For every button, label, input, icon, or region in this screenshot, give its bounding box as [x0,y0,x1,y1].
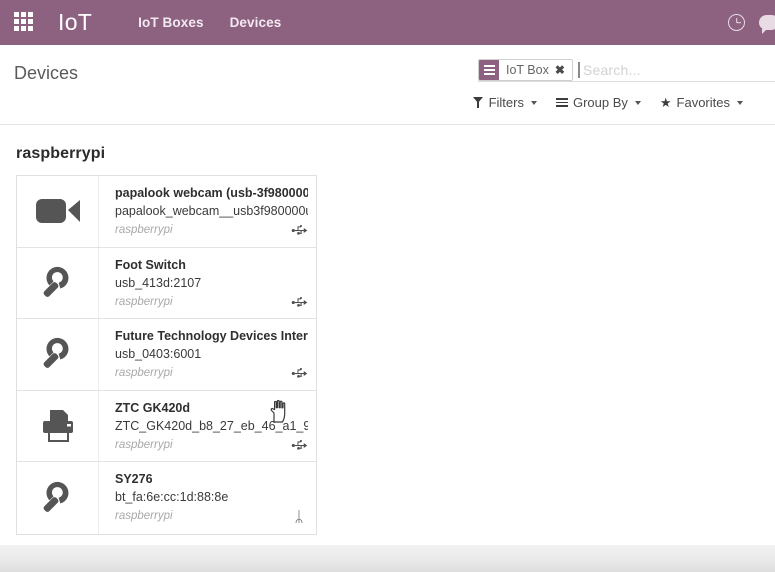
page-title: Devices [14,63,79,83]
card-host: raspberrypi [115,224,173,236]
usb-icon-svg [291,368,307,378]
apps-grid-icon[interactable] [14,11,36,34]
card-body: Foot Switch usb_413d:2107 raspberrypi [99,248,316,319]
chat-bubble-icon[interactable] [759,15,775,34]
filters-label: Filters [488,95,524,110]
favorites-label: Favorites [676,95,730,110]
navbar-right-icons [728,0,775,45]
group-by-label: Group By [572,95,628,110]
brand-logo[interactable]: IoT [58,11,92,34]
wrench-icon [43,266,68,297]
webcam-icon [35,199,80,224]
table-row[interactable]: Foot Switch usb_413d:2107 raspberrypi [17,247,316,319]
funnel-icon [472,97,484,108]
card-icon-column [17,462,99,534]
card-icon-column [17,176,99,247]
wrench-icon [43,481,68,512]
search-input[interactable]: Search... [583,62,641,78]
group-by-button[interactable]: Group By [555,95,641,110]
card-title: Future Technology Devices Intern… [115,329,308,343]
content-area: raspberrypi papalook webcam (usb-3f98000… [0,125,775,572]
search-view[interactable]: IoT Box ✖ Search... [478,58,775,82]
search-text-cursor [577,61,580,78]
card-identifier: usb_413d:2107 [115,275,202,290]
card-icon-column [17,390,99,461]
card-title: Foot Switch [115,257,186,272]
facet-label: IoT Box [506,62,549,77]
card-body: papalook webcam (usb-3f980000.... papalo… [99,176,316,247]
group-title-raspberrypi: raspberrypi [16,145,106,162]
card-host: raspberrypi [115,438,173,451]
table-row[interactable]: Future Technology Devices Intern… usb_04… [17,319,316,391]
table-row[interactable]: ZTC GK420d ZTC_GK420d_b8_27_eb_46_a1_99 … [17,390,316,462]
bars-icon [555,97,568,108]
nav-link-iot-boxes[interactable]: IoT Boxes [138,15,203,30]
control-panel: Devices IoT Box ✖ Search... Filters Grou… [0,45,775,125]
usb-icon-svg [291,296,307,307]
card-icon-column [17,247,99,318]
facet-close-icon[interactable]: ✖ [555,60,572,80]
card-host: raspberrypi [115,295,173,308]
usb-icon [290,365,308,383]
card-icon-column [17,319,99,390]
bottom-strip [0,545,775,572]
card-title: SY276 [115,472,153,486]
usb-icon [290,222,308,240]
card-identifier: bt_fa:6e:cc:1d:88:8e [115,490,229,504]
filters-button[interactable]: Filters [472,95,537,110]
card-host: raspberrypi [115,510,173,522]
usb-icon [290,436,308,454]
card-body: ZTC GK420d ZTC_GK420d_b8_27_eb_46_a1_99 … [99,391,316,462]
bluetooth-icon: ᛦ [290,509,308,527]
device-card-list: papalook webcam (usb-3f980000.... papalo… [16,175,317,535]
bluetooth-glyph: ᛦ [294,509,304,526]
top-navbar: IoT IoT Boxes Devices [0,0,775,45]
card-title: ZTC GK420d [115,400,191,415]
card-body: Future Technology Devices Intern… usb_04… [99,319,316,390]
usb-icon [290,293,308,311]
search-facet-iot-box[interactable]: IoT Box ✖ [478,58,573,81]
usb-icon-svg [291,439,307,450]
nav-links: IoT Boxes Devices [138,15,281,30]
card-identifier: papalook_webcam__usb3f980000u... [115,204,308,218]
usb-icon-svg [291,225,307,235]
card-body: SY276 bt_fa:6e:cc:1d:88:8e raspberrypi ᛦ [99,462,316,534]
facet-bars-icon [479,59,499,80]
card-title: papalook webcam (usb-3f980000.... [115,186,308,200]
star-icon: ★ [659,95,672,110]
card-host: raspberrypi [115,367,173,379]
card-identifier: usb_0403:6001 [115,347,202,361]
table-row[interactable]: SY276 bt_fa:6e:cc:1d:88:8e raspberrypi ᛦ [17,462,316,534]
clock-icon[interactable] [728,14,745,31]
table-row[interactable]: papalook webcam (usb-3f980000.... papalo… [17,176,316,423]
card-identifier: ZTC_GK420d_b8_27_eb_46_a1_99 [115,418,308,433]
nav-link-devices[interactable]: Devices [230,15,282,30]
chevron-down-icon [530,100,537,105]
chevron-down-icon [737,100,743,105]
wrench-icon [43,338,68,369]
chevron-down-icon [634,100,641,105]
printer-icon [42,409,73,442]
filter-bar: Filters Group By ★ Favorites [472,95,743,110]
favorites-button[interactable]: ★ Favorites [660,95,743,110]
